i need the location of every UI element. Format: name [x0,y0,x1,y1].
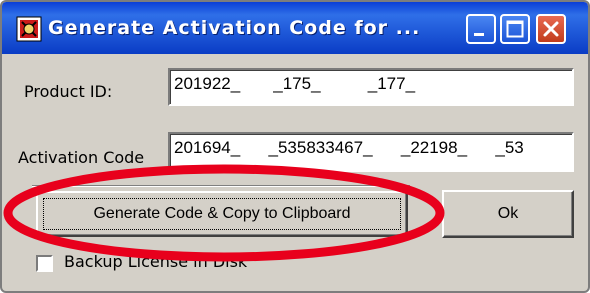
activation-code-field[interactable]: 201694_ _535833467_ _22198_ _53 [168,132,574,172]
maximize-button[interactable] [500,14,530,44]
ok-button[interactable]: Ok [442,190,574,238]
focus-rect [43,198,401,230]
app-icon [16,16,42,42]
backup-license-checkbox[interactable] [36,255,53,272]
minimize-icon [474,33,484,36]
maximize-icon [506,20,524,38]
product-id-field[interactable]: 201922_ _175_ _177_ [168,68,574,106]
close-button[interactable] [536,14,566,44]
product-id-label: Product ID: [24,82,113,101]
title-bar[interactable]: Generate Activation Code for ... [2,2,588,54]
close-icon [543,21,559,37]
generate-copy-button[interactable]: Generate Code & Copy to Clipboard [36,191,408,237]
window-title: Generate Activation Code for ... [48,17,421,39]
backup-license-label: Backup License in Disk [64,252,248,271]
minimize-button[interactable] [466,14,496,44]
ok-button-label: Ok [497,205,519,222]
activation-dialog: Generate Activation Code for ... Product… [0,0,590,293]
group-separator [32,185,410,187]
activation-code-label: Activation Code [18,148,145,167]
